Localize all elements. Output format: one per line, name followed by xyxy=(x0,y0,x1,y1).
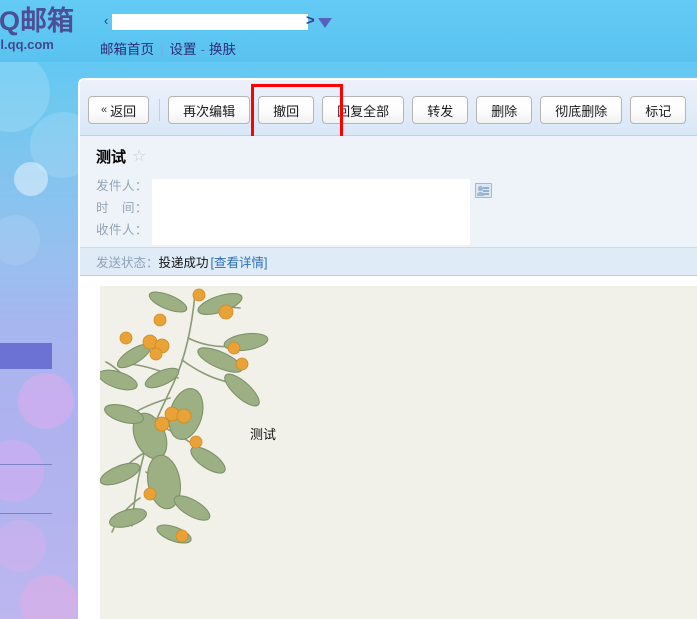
toolbar-delete-permanently-label: 彻底删除 xyxy=(555,103,608,119)
double-left-chevron-icon: « xyxy=(101,104,108,116)
qq-mail-logo[interactable]: QQ邮箱 mail.qq.com xyxy=(0,6,75,52)
search-prefix-icon: ‹ xyxy=(104,13,109,28)
logo-domain: mail.qq.com xyxy=(0,37,54,52)
toolbar-delete-label: 删除 xyxy=(491,103,518,119)
bokeh-circle xyxy=(0,520,46,572)
mail-subject: 测试 xyxy=(96,149,127,166)
bokeh-circle xyxy=(20,575,78,619)
toolbar-delete-permanently-button[interactable]: 彻底删除 xyxy=(540,96,623,124)
send-status-bar: 发送状态： 投递成功 [查看详情] xyxy=(80,247,697,276)
toolbar-divider xyxy=(159,99,161,121)
mail-detail-panel: «返回 再次编辑 撤回 回复全部 转发 删除 彻底删除 标记 测试 ☆ 发件人：… xyxy=(78,78,697,619)
toolbar-edit-again-button[interactable]: 再次编辑 xyxy=(168,96,251,124)
botanical-illustration xyxy=(100,288,269,544)
site-header: QQ邮箱 mail.qq.com ‹ > 邮箱首页 | 设置-换肤 xyxy=(0,0,697,62)
sidebar-divider xyxy=(0,464,52,465)
sidebar-selected-block[interactable] xyxy=(0,343,52,369)
bokeh-circle xyxy=(0,215,40,265)
mail-body-text: 测试 xyxy=(250,427,277,442)
search-go-icon[interactable]: > xyxy=(306,12,315,29)
toolbar-mark-button[interactable]: 标记 xyxy=(630,96,687,124)
star-icon[interactable]: ☆ xyxy=(132,148,146,165)
contact-card-icon[interactable] xyxy=(475,183,492,198)
toolbar-delete-button[interactable]: 删除 xyxy=(476,96,533,124)
bokeh-circle xyxy=(18,373,74,429)
toolbar-mark-label: 标记 xyxy=(645,103,672,119)
toolbar-forward-button[interactable]: 转发 xyxy=(412,96,469,124)
toolbar-recall-button[interactable]: 撤回 xyxy=(258,96,315,124)
nav-dash: - xyxy=(200,42,206,57)
nav-mail-home[interactable]: 邮箱首页 xyxy=(100,42,154,57)
sidebar-divider xyxy=(0,513,52,514)
toolbar-recall-label: 撤回 xyxy=(273,103,300,119)
send-status-label: 发送状态： xyxy=(96,256,159,270)
field-time-label: 时 间： xyxy=(96,200,149,215)
view-details-link[interactable]: [查看详情] xyxy=(211,252,268,271)
bokeh-circle xyxy=(0,52,50,132)
toolbar-back-label: 返回 xyxy=(110,103,137,119)
toolbar-reply-all-button[interactable]: 回复全部 xyxy=(322,96,405,124)
toolbar-edit-again-label: 再次编辑 xyxy=(183,103,236,119)
field-recipient-label: 收件人： xyxy=(96,222,149,237)
logo-title: QQ邮箱 xyxy=(0,6,75,36)
chevron-down-icon[interactable] xyxy=(318,18,332,28)
toolbar-forward-label: 转发 xyxy=(427,103,454,119)
search-input[interactable] xyxy=(112,14,308,30)
toolbar-reply-all-label: 回复全部 xyxy=(337,103,390,119)
nav-separator: | xyxy=(160,42,164,57)
mail-body: 测试 xyxy=(80,276,697,619)
redacted-recipient-info xyxy=(152,179,470,245)
qq-mail-page: QQ邮箱 mail.qq.com ‹ > 邮箱首页 | 设置-换肤 «返回 再次编辑… xyxy=(0,0,697,619)
bokeh-circle xyxy=(0,440,44,502)
nav-skin[interactable]: 换肤 xyxy=(209,42,236,57)
subject-row: 测试 ☆ xyxy=(80,146,697,173)
nav-settings[interactable]: 设置 xyxy=(170,42,197,57)
bokeh-circle xyxy=(14,162,48,196)
mail-stationery: 测试 xyxy=(100,286,697,619)
toolbar-back-button[interactable]: «返回 xyxy=(88,96,150,124)
send-status-value: 投递成功 xyxy=(158,256,209,270)
field-sender-label: 发件人： xyxy=(96,178,149,193)
mail-toolbar: «返回 再次编辑 撤回 回复全部 转发 删除 彻底删除 标记 xyxy=(80,80,697,144)
top-navigation: 邮箱首页 | 设置 - 换肤 xyxy=(100,38,236,58)
mail-header: 测试 ☆ 发件人： 时 间： 收件人： 发送状态： 投递成功 [查看详情] xyxy=(80,136,697,276)
mail-fields: 发件人： 时 间： 收件人： xyxy=(80,173,697,247)
